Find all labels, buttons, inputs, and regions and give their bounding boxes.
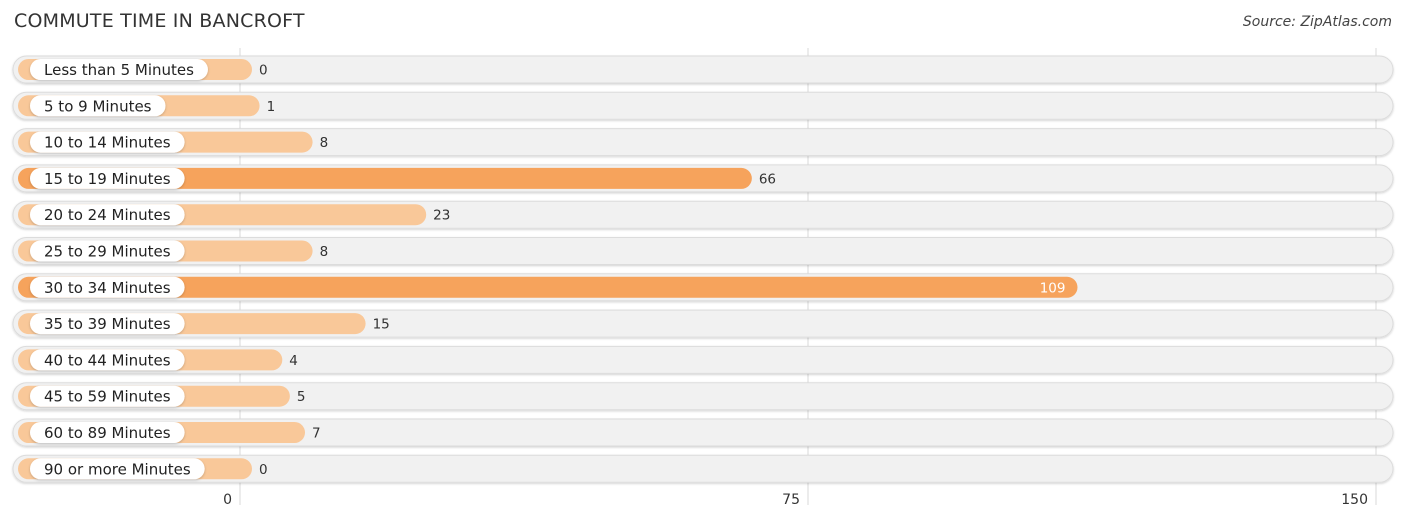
category-label: 45 to 59 Minutes bbox=[44, 388, 171, 406]
category-label: 35 to 39 Minutes bbox=[44, 315, 171, 333]
value-label: 23 bbox=[433, 208, 450, 224]
category-label: 5 to 9 Minutes bbox=[44, 97, 152, 115]
category-label: 90 or more Minutes bbox=[44, 460, 191, 478]
value-label: 7 bbox=[312, 426, 321, 442]
value-label: 8 bbox=[320, 244, 329, 260]
value-label: 1 bbox=[267, 99, 276, 115]
category-label: 20 to 24 Minutes bbox=[44, 206, 171, 224]
x-tick-label: 150 bbox=[1341, 492, 1368, 508]
category-label: 30 to 34 Minutes bbox=[44, 279, 171, 297]
category-label: 10 to 14 Minutes bbox=[44, 134, 171, 152]
value-label: 0 bbox=[259, 462, 268, 478]
category-label: 60 to 89 Minutes bbox=[44, 424, 171, 442]
value-label: 0 bbox=[259, 63, 268, 79]
value-label: 109 bbox=[1040, 280, 1066, 296]
x-tick-label: 0 bbox=[223, 492, 232, 508]
value-label: 66 bbox=[759, 171, 776, 187]
category-label: Less than 5 Minutes bbox=[44, 61, 194, 79]
category-label: 25 to 29 Minutes bbox=[44, 243, 171, 261]
value-label: 8 bbox=[320, 135, 329, 151]
x-tick-label: 75 bbox=[782, 492, 800, 508]
bars-group: Less than 5 Minutes 0 5 to 9 Minutes 1 10 to… bbox=[18, 59, 1078, 480]
bar-chart: Less than 5 Minutes 0 5 to 9 Minutes 1 10 to… bbox=[12, 48, 1394, 508]
category-label: 40 to 44 Minutes bbox=[44, 351, 171, 369]
value-label: 5 bbox=[297, 389, 306, 405]
category-label: 15 to 19 Minutes bbox=[44, 170, 171, 188]
value-label: 4 bbox=[289, 353, 298, 369]
value-label: 15 bbox=[373, 317, 390, 333]
